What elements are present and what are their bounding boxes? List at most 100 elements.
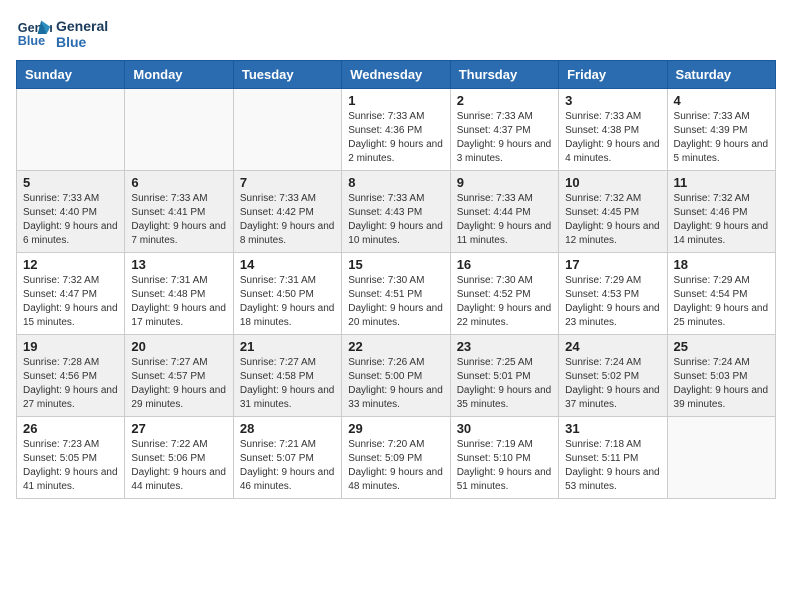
calendar-cell: 9 Sunrise: 7:33 AM Sunset: 4:44 PM Daylig…	[450, 171, 558, 253]
col-header-wednesday: Wednesday	[342, 61, 450, 89]
calendar-week-row: 1 Sunrise: 7:33 AM Sunset: 4:36 PM Daylig…	[17, 89, 776, 171]
day-info: Sunrise: 7:18 AM Sunset: 5:11 PM Dayligh…	[565, 438, 660, 494]
calendar-cell: 20 Sunrise: 7:27 AM Sunset: 4:57 PM Dayli…	[125, 335, 233, 417]
day-info: Sunrise: 7:24 AM Sunset: 5:03 PM Dayligh…	[674, 356, 769, 412]
day-number: 1	[348, 93, 443, 108]
day-number: 3	[565, 93, 660, 108]
calendar-table: SundayMondayTuesdayWednesdayThursdayFrid…	[16, 60, 776, 499]
day-info: Sunrise: 7:30 AM Sunset: 4:52 PM Dayligh…	[457, 274, 552, 330]
calendar-header-row: SundayMondayTuesdayWednesdayThursdayFrid…	[17, 61, 776, 89]
calendar-week-row: 12 Sunrise: 7:32 AM Sunset: 4:47 PM Dayli…	[17, 253, 776, 335]
col-header-monday: Monday	[125, 61, 233, 89]
day-number: 30	[457, 421, 552, 436]
calendar-cell: 27Sunrise: 7:22 AM Sunset: 5:06 PM Dayli…	[125, 417, 233, 499]
day-info: Sunrise: 7:33 AM Sunset: 4:44 PM Dayligh…	[457, 192, 552, 248]
day-info: Sunrise: 7:33 AM Sunset: 4:39 PM Dayligh…	[674, 110, 769, 166]
svg-text:Blue: Blue	[18, 34, 45, 48]
day-info: Sunrise: 7:33 AM Sunset: 4:41 PM Dayligh…	[131, 192, 226, 248]
logo-text-general: General	[56, 18, 108, 34]
day-number: 11	[674, 175, 769, 190]
calendar-cell: 10 Sunrise: 7:32 AM Sunset: 4:45 PM Dayli…	[559, 171, 667, 253]
calendar-cell: 5Sunrise: 7:33 AM Sunset: 4:40 PM Daylig…	[17, 171, 125, 253]
day-info: Sunrise: 7:33 AM Sunset: 4:38 PM Dayligh…	[565, 110, 660, 166]
day-info: Sunrise: 7:33 AM Sunset: 4:43 PM Dayligh…	[348, 192, 443, 248]
day-info: Sunrise: 7:21 AM Sunset: 5:07 PM Dayligh…	[240, 438, 335, 494]
calendar-cell: 25 Sunrise: 7:24 AM Sunset: 5:03 PM Dayli…	[667, 335, 775, 417]
col-header-sunday: Sunday	[17, 61, 125, 89]
col-header-tuesday: Tuesday	[233, 61, 341, 89]
day-info: Sunrise: 7:23 AM Sunset: 5:05 PM Dayligh…	[23, 438, 118, 494]
calendar-cell: 6 Sunrise: 7:33 AM Sunset: 4:41 PM Daylig…	[125, 171, 233, 253]
day-info: Sunrise: 7:33 AM Sunset: 4:40 PM Dayligh…	[23, 192, 118, 248]
day-number: 12	[23, 257, 118, 272]
day-info: Sunrise: 7:28 AM Sunset: 4:56 PM Dayligh…	[23, 356, 118, 412]
calendar-cell: 12 Sunrise: 7:32 AM Sunset: 4:47 PM Dayli…	[17, 253, 125, 335]
calendar-cell: 17Sunrise: 7:29 AM Sunset: 4:53 PM Dayli…	[559, 253, 667, 335]
calendar-cell: 31Sunrise: 7:18 AM Sunset: 5:11 PM Dayli…	[559, 417, 667, 499]
day-info: Sunrise: 7:33 AM Sunset: 4:42 PM Dayligh…	[240, 192, 335, 248]
day-number: 7	[240, 175, 335, 190]
logo-text-blue: Blue	[56, 34, 108, 50]
day-info: Sunrise: 7:32 AM Sunset: 4:47 PM Dayligh…	[23, 274, 118, 330]
day-info: Sunrise: 7:24 AM Sunset: 5:02 PM Dayligh…	[565, 356, 660, 412]
day-info: Sunrise: 7:20 AM Sunset: 5:09 PM Dayligh…	[348, 438, 443, 494]
day-number: 15	[348, 257, 443, 272]
day-number: 10	[565, 175, 660, 190]
day-info: Sunrise: 7:26 AM Sunset: 5:00 PM Dayligh…	[348, 356, 443, 412]
calendar-week-row: 26 Sunrise: 7:23 AM Sunset: 5:05 PM Dayli…	[17, 417, 776, 499]
calendar-cell: 7 Sunrise: 7:33 AM Sunset: 4:42 PM Daylig…	[233, 171, 341, 253]
day-info: Sunrise: 7:27 AM Sunset: 4:57 PM Dayligh…	[131, 356, 226, 412]
day-number: 27	[131, 421, 226, 436]
day-number: 9	[457, 175, 552, 190]
calendar-cell	[233, 89, 341, 171]
day-number: 28	[240, 421, 335, 436]
calendar-cell: 11 Sunrise: 7:32 AM Sunset: 4:46 PM Dayli…	[667, 171, 775, 253]
day-number: 14	[240, 257, 335, 272]
day-info: Sunrise: 7:30 AM Sunset: 4:51 PM Dayligh…	[348, 274, 443, 330]
day-number: 23	[457, 339, 552, 354]
calendar-cell: 16 Sunrise: 7:30 AM Sunset: 4:52 PM Dayli…	[450, 253, 558, 335]
day-number: 26	[23, 421, 118, 436]
calendar-cell: 1 Sunrise: 7:33 AM Sunset: 4:36 PM Daylig…	[342, 89, 450, 171]
calendar-week-row: 19 Sunrise: 7:28 AM Sunset: 4:56 PM Dayli…	[17, 335, 776, 417]
calendar-cell: 4Sunrise: 7:33 AM Sunset: 4:39 PM Daylig…	[667, 89, 775, 171]
col-header-friday: Friday	[559, 61, 667, 89]
day-info: Sunrise: 7:31 AM Sunset: 4:50 PM Dayligh…	[240, 274, 335, 330]
day-number: 17	[565, 257, 660, 272]
calendar-cell: 2Sunrise: 7:33 AM Sunset: 4:37 PM Daylig…	[450, 89, 558, 171]
day-number: 22	[348, 339, 443, 354]
calendar-cell: 28 Sunrise: 7:21 AM Sunset: 5:07 PM Dayli…	[233, 417, 341, 499]
day-info: Sunrise: 7:32 AM Sunset: 4:46 PM Dayligh…	[674, 192, 769, 248]
day-number: 20	[131, 339, 226, 354]
day-info: Sunrise: 7:33 AM Sunset: 4:36 PM Dayligh…	[348, 110, 443, 166]
calendar-cell: 3 Sunrise: 7:33 AM Sunset: 4:38 PM Daylig…	[559, 89, 667, 171]
calendar-cell: 24Sunrise: 7:24 AM Sunset: 5:02 PM Dayli…	[559, 335, 667, 417]
calendar-cell: 14 Sunrise: 7:31 AM Sunset: 4:50 PM Dayli…	[233, 253, 341, 335]
day-info: Sunrise: 7:31 AM Sunset: 4:48 PM Dayligh…	[131, 274, 226, 330]
calendar-cell: 22 Sunrise: 7:26 AM Sunset: 5:00 PM Dayli…	[342, 335, 450, 417]
day-number: 6	[131, 175, 226, 190]
calendar-cell: 29 Sunrise: 7:20 AM Sunset: 5:09 PM Dayli…	[342, 417, 450, 499]
calendar-cell: 15 Sunrise: 7:30 AM Sunset: 4:51 PM Dayli…	[342, 253, 450, 335]
day-number: 8	[348, 175, 443, 190]
day-info: Sunrise: 7:19 AM Sunset: 5:10 PM Dayligh…	[457, 438, 552, 494]
day-info: Sunrise: 7:32 AM Sunset: 4:45 PM Dayligh…	[565, 192, 660, 248]
day-number: 2	[457, 93, 552, 108]
day-number: 29	[348, 421, 443, 436]
calendar-cell	[125, 89, 233, 171]
logo: General Blue General Blue	[16, 16, 108, 52]
day-number: 16	[457, 257, 552, 272]
day-number: 25	[674, 339, 769, 354]
col-header-saturday: Saturday	[667, 61, 775, 89]
calendar-cell: 26 Sunrise: 7:23 AM Sunset: 5:05 PM Dayli…	[17, 417, 125, 499]
day-info: Sunrise: 7:29 AM Sunset: 4:54 PM Dayligh…	[674, 274, 769, 330]
calendar-cell: 21Sunrise: 7:27 AM Sunset: 4:58 PM Dayli…	[233, 335, 341, 417]
logo-icon: General Blue	[16, 16, 52, 52]
calendar-cell: 23Sunrise: 7:25 AM Sunset: 5:01 PM Dayli…	[450, 335, 558, 417]
day-info: Sunrise: 7:27 AM Sunset: 4:58 PM Dayligh…	[240, 356, 335, 412]
calendar-cell: 13Sunrise: 7:31 AM Sunset: 4:48 PM Dayli…	[125, 253, 233, 335]
calendar-cell: 30 Sunrise: 7:19 AM Sunset: 5:10 PM Dayli…	[450, 417, 558, 499]
calendar-cell: 19 Sunrise: 7:28 AM Sunset: 4:56 PM Dayli…	[17, 335, 125, 417]
page-header: General Blue General Blue	[16, 16, 776, 52]
day-number: 19	[23, 339, 118, 354]
